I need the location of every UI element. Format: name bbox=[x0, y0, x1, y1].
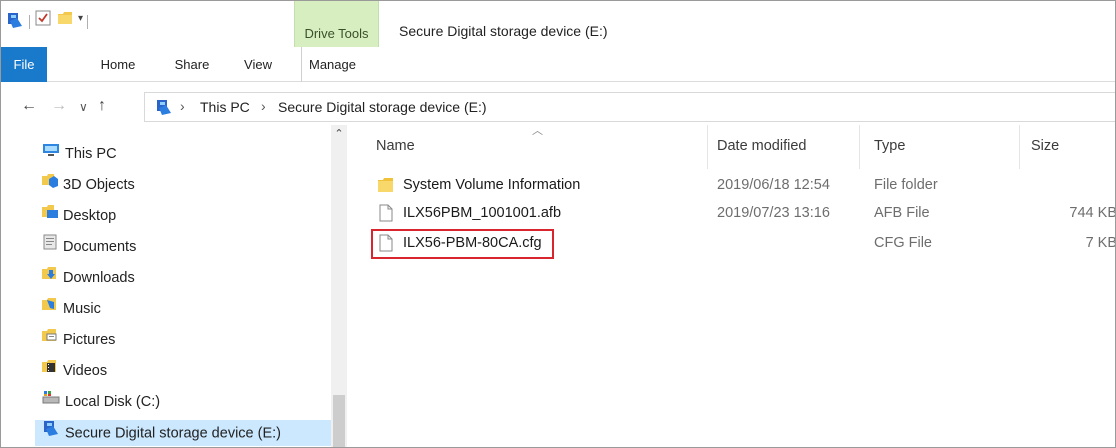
tab-manage[interactable]: Manage bbox=[301, 47, 363, 82]
column-divider[interactable] bbox=[1019, 125, 1020, 169]
properties-icon[interactable] bbox=[34, 9, 52, 32]
file-type: File folder bbox=[874, 177, 938, 193]
nav-item-label: Downloads bbox=[63, 270, 135, 286]
column-header-date-modified[interactable]: Date modified bbox=[717, 125, 806, 167]
nav-item-label: 3D Objects bbox=[63, 177, 135, 193]
sort-ascending-icon: ︿ bbox=[532, 125, 543, 137]
back-arrow-icon[interactable]: ← bbox=[21, 97, 37, 115]
file-name: System Volume Information bbox=[403, 177, 581, 193]
nav-item-label: Videos bbox=[63, 363, 108, 379]
address-bar[interactable]: › This PC › Secure Digital storage devic… bbox=[144, 92, 1115, 122]
highlight-annotation-box bbox=[371, 229, 554, 259]
computer-icon bbox=[41, 140, 61, 166]
music-icon bbox=[41, 295, 59, 321]
nav-item-sd-card[interactable]: Secure Digital storage device (E:) bbox=[35, 420, 331, 446]
recent-locations-chevron-icon[interactable]: ∨ bbox=[79, 100, 88, 114]
tab-home[interactable]: Home bbox=[100, 47, 136, 82]
sd-card-app-icon[interactable] bbox=[5, 9, 25, 34]
explorer-window: ▾ Drive Tools Secure Digital storage dev… bbox=[0, 0, 1116, 448]
nav-item-label: Desktop bbox=[63, 208, 117, 224]
nav-item-music[interactable]: Music bbox=[41, 296, 101, 322]
window-title: Secure Digital storage device (E:) bbox=[399, 23, 608, 39]
nav-item-label: This PC bbox=[65, 146, 117, 162]
videos-icon bbox=[41, 357, 59, 383]
file-size: 744 KB bbox=[1069, 205, 1116, 221]
nav-item-label: Music bbox=[63, 301, 101, 317]
scrollbar-thumb[interactable] bbox=[333, 395, 345, 447]
file-type: AFB File bbox=[874, 205, 930, 221]
breadcrumb-separator-icon[interactable]: › bbox=[180, 98, 185, 114]
3d-objects-icon bbox=[41, 171, 59, 197]
nav-item-this-pc[interactable]: This PC bbox=[41, 141, 117, 167]
scroll-up-chevron-icon[interactable]: ⌃ bbox=[331, 125, 347, 141]
nav-item-documents[interactable]: Documents bbox=[41, 234, 136, 260]
breadcrumb-current-drive[interactable]: Secure Digital storage device (E:) bbox=[278, 99, 487, 115]
tab-view[interactable]: View bbox=[242, 47, 274, 82]
nav-item-label: Secure Digital storage device (E:) bbox=[65, 425, 281, 442]
column-divider[interactable] bbox=[707, 125, 708, 169]
quick-access-toolbar: ▾ bbox=[5, 5, 89, 41]
file-date: 2019/07/23 13:16 bbox=[717, 205, 830, 221]
ribbon-tabs: File Home Share View Manage bbox=[1, 47, 1115, 82]
column-header-size[interactable]: Size bbox=[1031, 125, 1059, 167]
breadcrumb-this-pc[interactable]: This PC bbox=[200, 99, 250, 115]
drive-icon bbox=[41, 388, 61, 414]
navigation-pane: This PC 3D Objects Desktop Documents Dow… bbox=[1, 125, 347, 447]
file-row[interactable]: ILX56PBM_1001001.afb 2019/07/23 13:16 AF… bbox=[373, 201, 1116, 225]
pictures-icon bbox=[41, 326, 59, 352]
file-type: CFG File bbox=[874, 235, 932, 251]
toolbar-separator bbox=[87, 15, 89, 29]
file-icon bbox=[377, 204, 395, 230]
file-name: ILX56PBM_1001001.afb bbox=[403, 205, 562, 221]
up-arrow-icon[interactable]: ↑ bbox=[98, 97, 106, 115]
tab-file[interactable]: File bbox=[1, 47, 47, 82]
nav-item-downloads[interactable]: Downloads bbox=[41, 265, 135, 291]
column-header-name[interactable]: Name bbox=[376, 125, 415, 167]
forward-arrow-icon[interactable]: → bbox=[51, 97, 67, 115]
title-bar: ▾ Drive Tools Secure Digital storage dev… bbox=[1, 1, 1115, 47]
documents-icon bbox=[41, 233, 59, 259]
column-divider[interactable] bbox=[859, 125, 860, 169]
nav-item-desktop[interactable]: Desktop bbox=[41, 203, 116, 229]
navigation-bar: ← → ∨ ↑ › This PC › Secure Digital stora… bbox=[1, 91, 1115, 123]
drive-tools-label: Drive Tools bbox=[304, 26, 369, 41]
nav-item-pictures[interactable]: Pictures bbox=[41, 327, 115, 353]
sd-card-icon bbox=[154, 98, 174, 121]
nav-pane-scrollbar[interactable]: ⌃ bbox=[331, 125, 347, 447]
sd-card-icon bbox=[41, 419, 61, 446]
nav-item-3d-objects[interactable]: 3D Objects bbox=[41, 172, 135, 198]
nav-item-label: Local Disk (C:) bbox=[65, 394, 161, 410]
file-size: 7 KB bbox=[1085, 235, 1116, 251]
file-row[interactable]: System Volume Information 2019/06/18 12:… bbox=[373, 173, 1115, 197]
tab-share[interactable]: Share bbox=[171, 47, 213, 82]
toolbar-separator bbox=[29, 15, 30, 29]
desktop-folder-icon bbox=[41, 202, 59, 228]
new-folder-icon[interactable] bbox=[56, 9, 74, 32]
nav-item-local-disk[interactable]: Local Disk (C:) bbox=[41, 389, 160, 415]
breadcrumb-separator-icon[interactable]: › bbox=[261, 98, 266, 114]
nav-item-label: Documents bbox=[63, 239, 137, 255]
nav-item-videos[interactable]: Videos bbox=[41, 358, 107, 384]
file-date: 2019/06/18 12:54 bbox=[717, 177, 830, 193]
downloads-icon bbox=[41, 264, 59, 290]
nav-item-label: Pictures bbox=[63, 332, 116, 348]
folder-icon bbox=[377, 176, 395, 202]
column-header-type[interactable]: Type bbox=[874, 125, 905, 167]
customize-toolbar-dropdown-icon[interactable]: ▾ bbox=[78, 13, 83, 24]
drive-tools-context-tab: Drive Tools bbox=[294, 1, 379, 47]
file-list: ︿ Name Date modified Type Size System Vo… bbox=[347, 125, 1116, 447]
